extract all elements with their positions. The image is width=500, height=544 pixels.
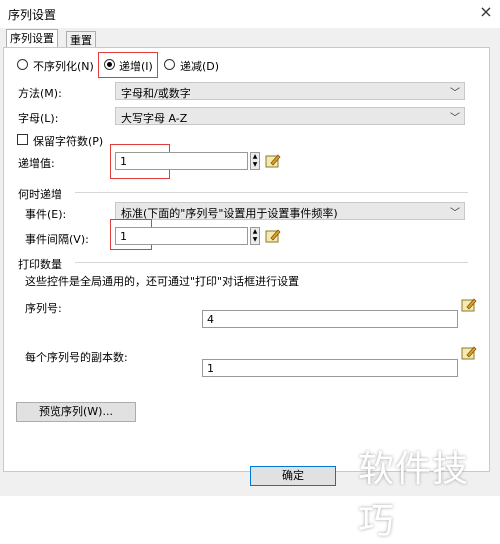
event-select[interactable]: 标准(下面的"序列号"设置用于设置事件频率) ﹀ bbox=[115, 202, 465, 220]
interval-label: 事件间隔(V): bbox=[25, 233, 89, 246]
interval-spinner[interactable]: ▲ ▼ bbox=[250, 227, 260, 245]
tab-label: 重置 bbox=[70, 34, 92, 47]
serial-input[interactable]: 4 bbox=[202, 310, 458, 328]
letters-value: 大写字母 A-Z bbox=[121, 112, 188, 125]
group-divider bbox=[75, 262, 468, 263]
radio-decrement-label: 递减(D) bbox=[180, 60, 220, 73]
increment-value: 1 bbox=[120, 155, 127, 168]
preview-button-label: 预览序列(W)... bbox=[39, 405, 113, 418]
method-value: 字母和/或数字 bbox=[121, 87, 191, 100]
close-icon[interactable]: × bbox=[476, 2, 496, 22]
serial-value: 4 bbox=[207, 313, 214, 326]
letters-label: 字母(L): bbox=[18, 112, 59, 125]
radio-no-serialize[interactable] bbox=[17, 59, 28, 70]
edit-icon[interactable] bbox=[265, 228, 281, 244]
copies-value: 1 bbox=[207, 362, 214, 375]
edit-icon[interactable] bbox=[461, 345, 477, 361]
tab-serial-settings[interactable]: 序列设置 bbox=[6, 29, 58, 49]
copies-label: 每个序列号的副本数: bbox=[25, 351, 128, 364]
radio-no-serialize-label: 不序列化(N) bbox=[33, 60, 94, 73]
title-bar: 序列设置 × bbox=[0, 0, 500, 28]
radio-decrement[interactable] bbox=[164, 59, 175, 70]
method-select[interactable]: 字母和/或数字 ﹀ bbox=[115, 82, 465, 100]
group-divider bbox=[75, 192, 468, 193]
interval-value: 1 bbox=[120, 230, 127, 243]
event-label: 事件(E): bbox=[25, 208, 67, 221]
edit-icon[interactable] bbox=[461, 297, 477, 313]
chevron-down-icon: ﹀ bbox=[450, 113, 460, 124]
interval-input[interactable]: 1 bbox=[115, 227, 248, 245]
preview-sequence-button[interactable]: 预览序列(W)... bbox=[16, 402, 136, 422]
radio-increment[interactable] bbox=[104, 59, 115, 70]
chevron-down-icon: ﹀ bbox=[450, 88, 460, 99]
serial-label: 序列号: bbox=[25, 302, 62, 315]
copies-input[interactable]: 1 bbox=[202, 359, 458, 377]
when-increment-title: 何时递增 bbox=[18, 188, 62, 201]
dialog: 序列设置 × 序列设置 重置 不序列化(N) 递增(I) 递减(D) 方法(M)… bbox=[0, 0, 500, 542]
keep-chars-checkbox[interactable] bbox=[17, 134, 28, 145]
keep-chars-label: 保留字符数(P) bbox=[33, 135, 104, 148]
increment-spinner[interactable]: ▲ ▼ bbox=[250, 152, 260, 170]
ok-button[interactable]: 确定 bbox=[250, 466, 336, 486]
method-label: 方法(M): bbox=[18, 87, 62, 100]
tab-label: 序列设置 bbox=[10, 32, 54, 45]
increment-label: 递增值: bbox=[18, 157, 55, 170]
print-count-note: 这些控件是全局通用的，还可通过"打印"对话框进行设置 bbox=[25, 275, 300, 288]
radio-increment-label: 递增(I) bbox=[119, 60, 153, 73]
event-value: 标准(下面的"序列号"设置用于设置事件频率) bbox=[121, 207, 338, 220]
dialog-title: 序列设置 bbox=[8, 8, 57, 22]
print-count-title: 打印数量 bbox=[18, 258, 62, 271]
letters-select[interactable]: 大写字母 A-Z ﹀ bbox=[115, 107, 465, 125]
edit-icon[interactable] bbox=[265, 153, 281, 169]
chevron-down-icon: ﹀ bbox=[450, 208, 460, 219]
increment-input[interactable]: 1 bbox=[115, 152, 248, 170]
watermark-text: 软件技巧 bbox=[358, 449, 470, 542]
ok-button-label: 确定 bbox=[282, 469, 304, 482]
